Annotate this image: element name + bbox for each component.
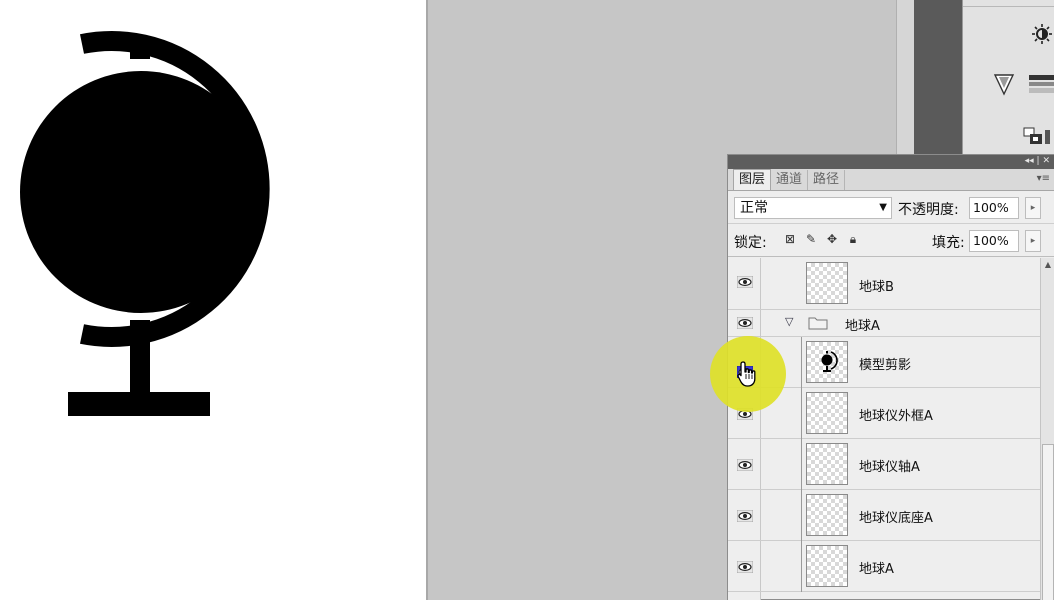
- layer-row[interactable]: 地球B: [728, 258, 1040, 310]
- lock-label: 锁定:: [734, 235, 767, 251]
- brightness-icon[interactable]: [1027, 20, 1054, 48]
- fill-input[interactable]: 100%: [969, 230, 1019, 252]
- globe-thumbnail-icon: [821, 351, 838, 372]
- lock-position-icon[interactable]: ✥: [825, 232, 839, 246]
- opacity-label: 不透明度:: [898, 202, 959, 218]
- tab-paths[interactable]: 路径: [808, 170, 846, 190]
- lock-fill-row: 锁定: ⊠ ✎ ✥ 🔒︎ 填充: 100% ▸: [728, 224, 1054, 257]
- photoshop-workspace: ◂◂ | ✕ 图层 通道 路径 ▾≡ 正常 ▼ 不透明度: 100% ▸ 锁定:…: [0, 0, 1054, 600]
- layer-row[interactable]: 地球仪轴A: [728, 439, 1040, 490]
- layer-row[interactable]: 地球仪底座A: [728, 490, 1040, 541]
- layer-name[interactable]: 模型剪影: [859, 354, 911, 373]
- layer-thumbnail[interactable]: [806, 392, 848, 434]
- panel-menu-icon[interactable]: ▾≡: [1037, 173, 1050, 184]
- layer-list: 地球B ▽ 地球A 模型剪影 地球仪外框A 地球仪轴A 地球仪底座A 地球A: [728, 258, 1040, 600]
- layer-name[interactable]: 地球仪底座A: [859, 507, 933, 526]
- tab-channels[interactable]: 通道: [771, 170, 809, 190]
- tab-layers[interactable]: 图层: [733, 169, 772, 190]
- panel-tabs: 图层 通道 路径 ▾≡: [728, 169, 1054, 191]
- layer-thumbnail[interactable]: [806, 262, 848, 304]
- globe-base: [68, 392, 210, 416]
- opacity-slider-toggle-icon[interactable]: ▸: [1025, 197, 1041, 219]
- lock-all-icon[interactable]: 🔒︎: [846, 232, 860, 246]
- group-indent-line: [801, 439, 802, 490]
- hand-cursor-icon: [737, 361, 756, 387]
- group-name[interactable]: 地球A: [845, 315, 880, 334]
- channel-mixer-icon[interactable]: [1021, 122, 1051, 150]
- scroll-up-icon[interactable]: ▲: [1041, 260, 1054, 272]
- opacity-input[interactable]: 100%: [969, 197, 1019, 219]
- eye-icon[interactable]: [737, 317, 753, 329]
- eye-icon[interactable]: [737, 459, 753, 471]
- folder-icon: [808, 317, 828, 330]
- globe-artwork: [20, 31, 270, 416]
- expand-triangle-icon[interactable]: ▽: [785, 315, 793, 328]
- layer-name[interactable]: 地球仪轴A: [859, 456, 920, 475]
- layer-name[interactable]: 地球仪外框A: [859, 405, 933, 424]
- layer-thumbnail[interactable]: [806, 494, 848, 536]
- document-canvas[interactable]: [0, 0, 428, 600]
- chevron-down-icon: ▼: [879, 202, 887, 213]
- layers-scrollbar[interactable]: ▲: [1040, 258, 1054, 600]
- blend-mode-value: 正常: [740, 200, 768, 216]
- globe-sphere: [20, 71, 262, 313]
- globe-stand-pole: [130, 320, 150, 394]
- layer-name[interactable]: 地球B: [859, 276, 894, 295]
- blend-opacity-row: 正常 ▼ 不透明度: 100% ▸: [728, 191, 1054, 224]
- panel-titlebar[interactable]: ◂◂ | ✕: [728, 155, 1054, 169]
- lock-image-pixels-icon[interactable]: ✎: [804, 232, 818, 246]
- group-indent-line: [801, 541, 802, 592]
- levels-icon[interactable]: [1027, 70, 1054, 98]
- panel-divider: [963, 6, 1054, 7]
- globe-axis-top: [130, 37, 150, 59]
- layer-group-row[interactable]: ▽ 地球A: [728, 310, 1040, 337]
- gradient-map-icon[interactable]: [989, 70, 1019, 98]
- layer-thumbnail[interactable]: [806, 443, 848, 485]
- eye-icon[interactable]: [737, 561, 753, 573]
- fill-label: 填充:: [932, 235, 965, 251]
- layer-thumbnail[interactable]: [806, 341, 848, 383]
- lock-transparent-pixels-icon[interactable]: ⊠: [783, 232, 797, 246]
- eye-icon[interactable]: [737, 276, 753, 288]
- group-indent-line: [801, 490, 802, 541]
- layer-row[interactable]: 地球A: [728, 541, 1040, 592]
- layer-thumbnail[interactable]: [806, 545, 848, 587]
- eye-icon[interactable]: [737, 510, 753, 522]
- group-indent-line: [801, 388, 802, 439]
- layer-name[interactable]: 地球A: [859, 558, 894, 577]
- panel-dock-background: [914, 0, 962, 156]
- adjustments-panel: [962, 0, 1054, 156]
- fill-slider-toggle-icon[interactable]: ▸: [1025, 230, 1041, 252]
- blend-mode-select[interactable]: 正常 ▼: [734, 197, 892, 219]
- collapse-close-icon[interactable]: ◂◂ | ✕: [1025, 156, 1050, 166]
- group-indent-line: [801, 337, 802, 388]
- scrollbar-thumb[interactable]: [1042, 444, 1054, 600]
- panel-dock-edge: [896, 0, 914, 156]
